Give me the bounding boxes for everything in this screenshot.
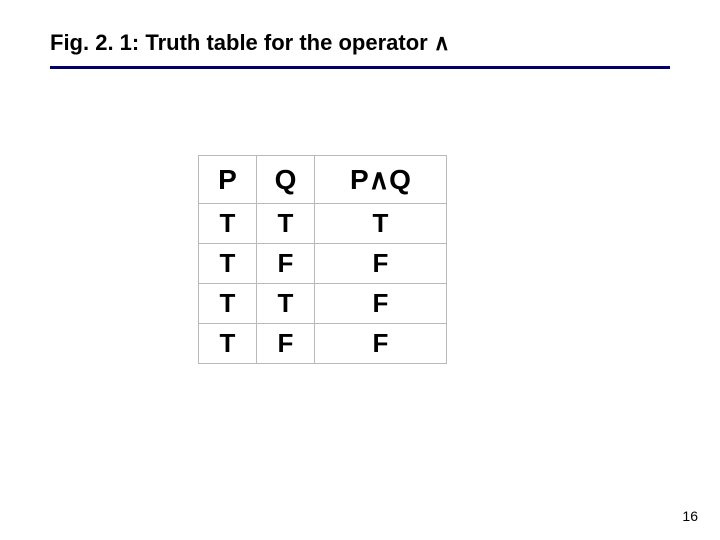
cell-q: T — [257, 284, 315, 324]
cell-p: T — [199, 244, 257, 284]
cell-pq: F — [315, 284, 447, 324]
cell-q: F — [257, 324, 315, 364]
table-header-row: P Q P∧Q — [199, 156, 447, 204]
title-area: Fig. 2. 1: Truth table for the operator … — [50, 30, 670, 77]
title-underline — [50, 66, 670, 69]
table-row: T T T — [199, 204, 447, 244]
table-row: T F F — [199, 244, 447, 284]
table-row: T T F — [199, 284, 447, 324]
cell-p: T — [199, 284, 257, 324]
cell-pq: F — [315, 324, 447, 364]
figure-title: Fig. 2. 1: Truth table for the operator … — [50, 30, 670, 56]
cell-p: T — [199, 204, 257, 244]
cell-q: F — [257, 244, 315, 284]
truth-table-container: P Q P∧Q T T T T F F T T F T F F — [198, 155, 447, 364]
cell-pq: F — [315, 244, 447, 284]
cell-p: T — [199, 324, 257, 364]
table-row: T F F — [199, 324, 447, 364]
header-p: P — [199, 156, 257, 204]
cell-q: T — [257, 204, 315, 244]
page-number: 16 — [682, 508, 698, 524]
header-q: Q — [257, 156, 315, 204]
header-pq: P∧Q — [315, 156, 447, 204]
cell-pq: T — [315, 204, 447, 244]
truth-table: P Q P∧Q T T T T F F T T F T F F — [198, 155, 447, 364]
